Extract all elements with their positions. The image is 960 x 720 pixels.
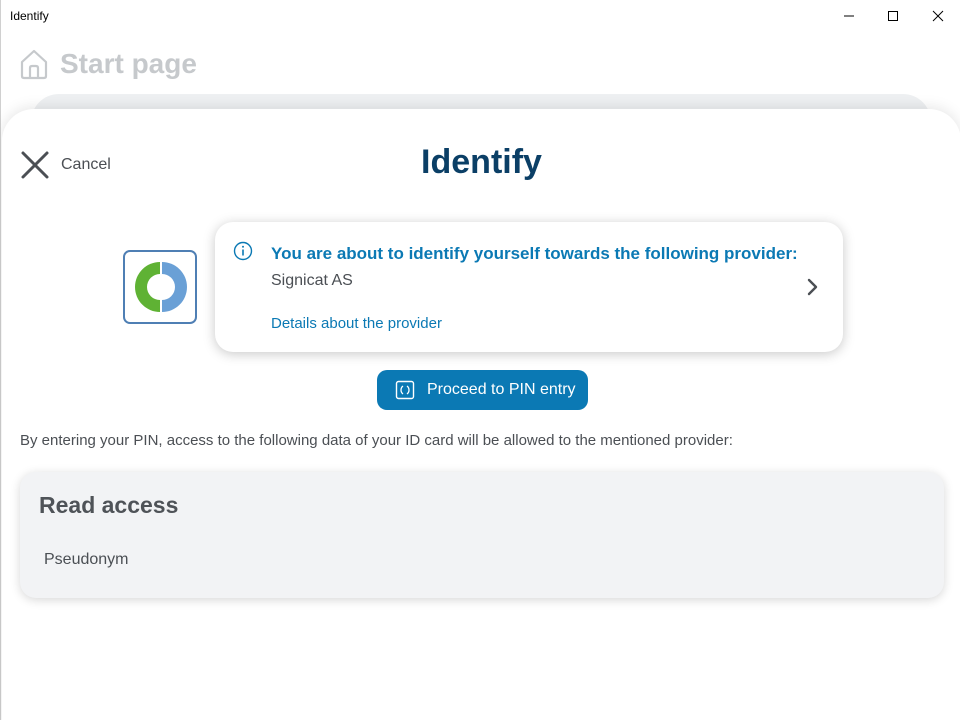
minimize-icon [844,15,854,17]
provider-info-card[interactable]: You are about to identify yourself towar… [215,222,843,352]
provider-headline: You are about to identify yourself towar… [271,244,798,263]
provider-name: Signicat AS [271,272,353,289]
provider-logo [123,250,197,324]
maximize-button[interactable] [870,0,916,32]
start-page-header: Start page [18,46,197,82]
minimize-button[interactable] [826,0,872,32]
window-title: Identify [10,9,49,23]
proceed-to-pin-button[interactable]: Proceed to PIN entry [377,370,588,410]
window-titlebar: Identify [1,0,960,32]
read-access-item: Pseudonym [44,551,129,568]
identify-dialog: Cancel Identify You are about to identif… [2,109,960,720]
info-icon [233,241,253,261]
maximize-icon [888,11,898,21]
chevron-right-icon [807,278,818,296]
provider-details-link[interactable]: Details about the provider [271,315,442,332]
id-card-icon [395,380,415,400]
close-window-button[interactable] [915,0,960,32]
home-icon [20,49,48,80]
start-page-title: Start page [60,48,197,79]
proceed-label: Proceed to PIN entry [427,381,576,398]
read-access-card: Read access Pseudonym [20,472,944,598]
access-description: By entering your PIN, access to the foll… [20,432,733,449]
provider-logo-icon [135,262,187,312]
read-access-title: Read access [39,492,179,518]
dialog-title: Identify [421,143,542,181]
close-icon [932,10,944,22]
